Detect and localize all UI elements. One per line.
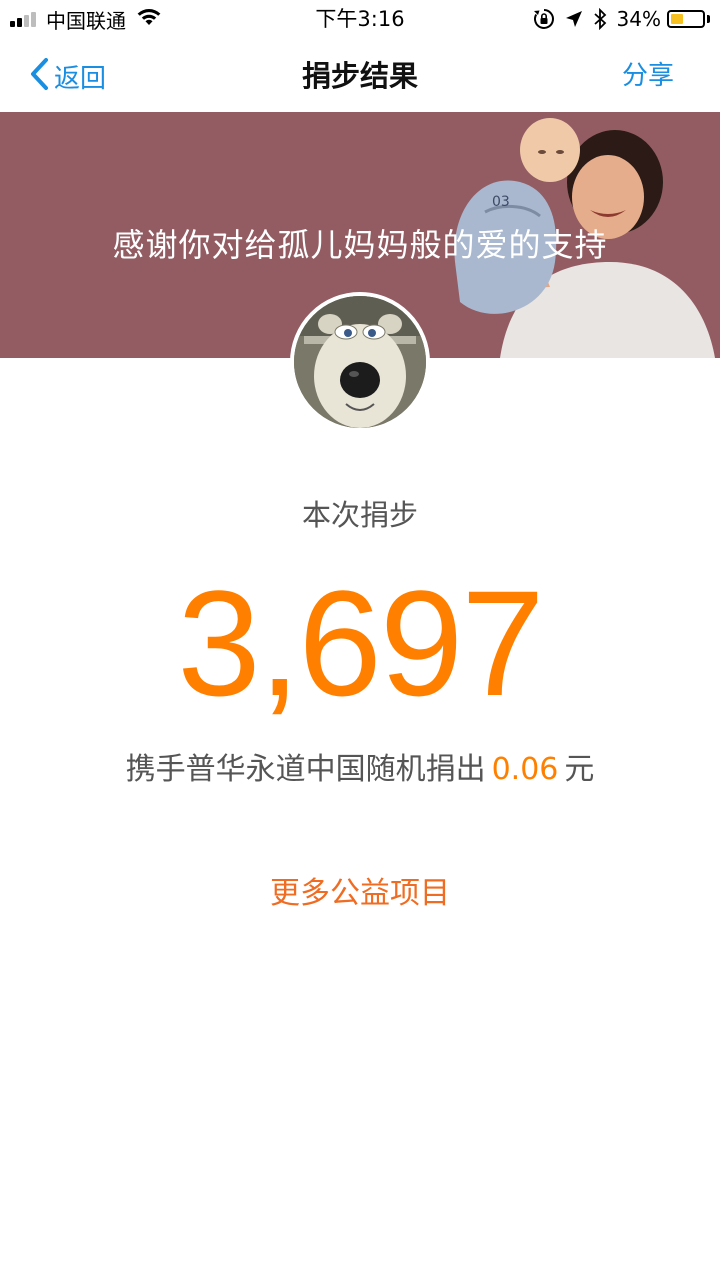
bluetooth-icon [593, 8, 607, 30]
donation-line: 携手普华永道中国随机捐出 0.06 元 [0, 744, 720, 788]
banner-title: 感谢你对给孤儿妈妈般的爱的支持 [112, 226, 608, 264]
share-button[interactable]: 分享 [622, 56, 674, 96]
battery-percent: 34% [616, 7, 661, 31]
avatar [290, 292, 430, 432]
more-charity-projects-link[interactable]: 更多公益项目 [200, 868, 520, 912]
page-title: 捐步结果 [301, 59, 418, 93]
navigation-bar: 返回 捐步结果 分享 [0, 40, 720, 112]
avatar-image [294, 296, 426, 428]
steps-label: 本次捐步 [301, 498, 418, 532]
donation-unit: 元 [564, 752, 595, 787]
battery-tip [707, 15, 710, 23]
orientation-lock-icon [533, 8, 555, 30]
status-bar: 中国联通 下午3:16 34% [0, 0, 720, 40]
step-count: 3,697 [177, 559, 544, 727]
battery-level [671, 14, 683, 24]
svg-text:03: 03 [492, 194, 510, 210]
location-icon [565, 10, 583, 28]
battery-icon [667, 10, 705, 28]
chevron-left-icon [28, 57, 50, 95]
back-label: 返回 [54, 63, 107, 94]
donation-prefix: 携手普华永道中国随机捐出 [125, 752, 486, 787]
donation-amount: 0.06 [491, 752, 559, 787]
back-button[interactable]: 返回 [28, 56, 106, 96]
status-bar-right: 34% [523, 6, 710, 32]
